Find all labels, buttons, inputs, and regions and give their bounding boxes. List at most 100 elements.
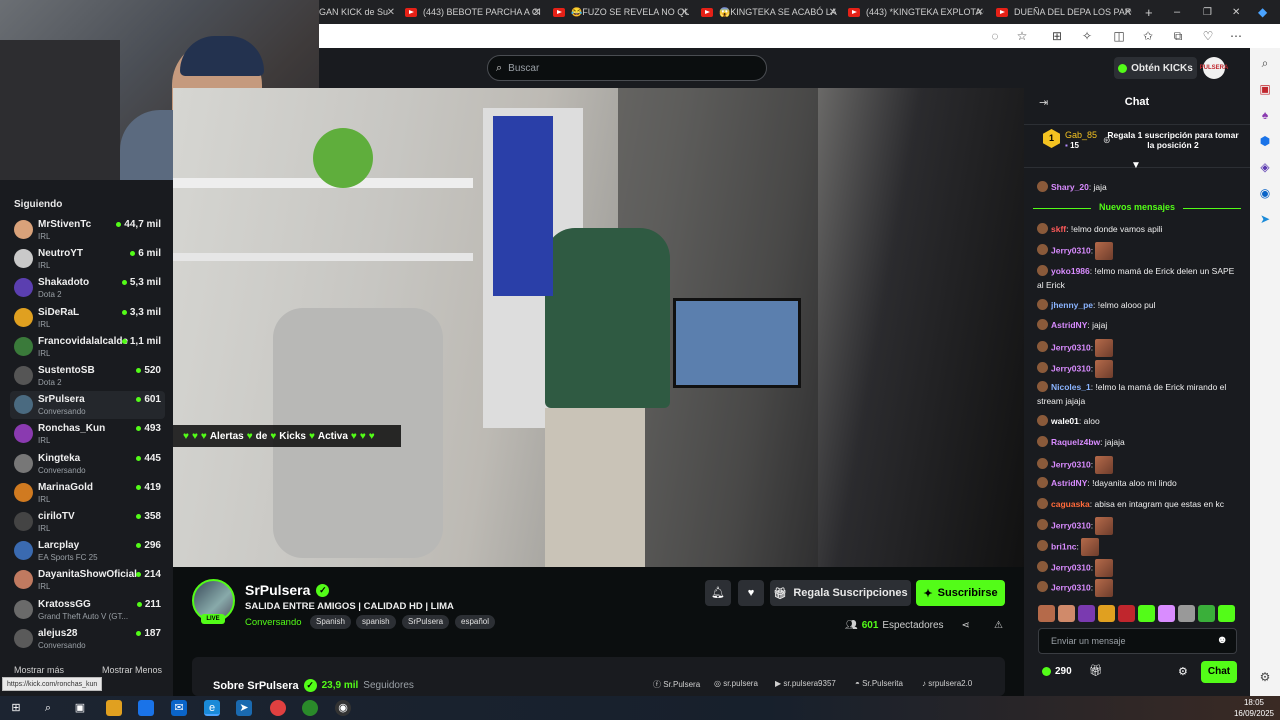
subscribe-button[interactable]: ✦ Suscribirse bbox=[916, 580, 1005, 606]
share-icon[interactable]: ⋖ bbox=[962, 620, 970, 631]
favorite-star-icon[interactable]: ☆ bbox=[1015, 29, 1029, 43]
get-kicks-button[interactable]: Obtén KICKs bbox=[1114, 57, 1197, 79]
close-icon[interactable]: ✕ bbox=[533, 7, 541, 18]
sidebar-item-larcplay[interactable]: Larcplay EA Sports FC 25 296 bbox=[10, 537, 165, 565]
copilot-icon[interactable]: ◆ bbox=[1258, 2, 1274, 22]
notification-bell-button[interactable]: 🔔︎ bbox=[705, 580, 731, 606]
chat-username[interactable]: wale01 bbox=[1051, 416, 1079, 426]
browser-tab[interactable]: GAN KICK de Su ✕ bbox=[319, 2, 395, 22]
restore-icon[interactable]: ❐ bbox=[1203, 2, 1215, 22]
browser-tab[interactable]: (443) *KINGTEKA EXPLOTA C ✕ bbox=[848, 2, 984, 22]
expand-pinned-icon[interactable]: ▼ bbox=[1131, 160, 1141, 171]
close-icon[interactable]: ✕ bbox=[976, 7, 984, 18]
emote-icon[interactable] bbox=[1038, 605, 1055, 622]
sidebar-item-ronchas_kun[interactable]: Ronchas_Kun IRL 493 bbox=[10, 420, 165, 448]
xbox-icon[interactable] bbox=[302, 700, 318, 716]
close-icon[interactable]: ✕ bbox=[387, 7, 395, 18]
chat-username[interactable]: Shary_20 bbox=[1051, 182, 1089, 192]
tools-icon[interactable]: ⬢ bbox=[1258, 134, 1272, 148]
minimize-icon[interactable]: – bbox=[1174, 2, 1186, 22]
emote-icon[interactable] bbox=[1218, 605, 1235, 622]
chat-username[interactable]: Jerry0310 bbox=[1051, 342, 1091, 352]
chat-username[interactable]: Jerry0310 bbox=[1051, 562, 1091, 572]
sidebar-item-mrstiventc[interactable]: MrStivenTc IRL 44,7 mil bbox=[10, 216, 165, 244]
video-player[interactable] bbox=[173, 88, 1024, 567]
browser-tab[interactable]: DUEÑA DEL DEPA LOS PARCI ✕ bbox=[996, 2, 1132, 22]
new-tab-button[interactable]: + bbox=[1145, 2, 1159, 22]
games-icon[interactable]: ♠ bbox=[1258, 108, 1272, 122]
emote-icon[interactable] bbox=[1098, 605, 1115, 622]
window-close-icon[interactable]: ✕ bbox=[1232, 2, 1244, 22]
system-clock[interactable]: 18:05 16/09/2025 bbox=[1232, 697, 1276, 719]
chat-username[interactable]: Jerry0310 bbox=[1051, 520, 1091, 530]
browser-essentials-icon[interactable]: ♡ bbox=[1201, 29, 1215, 43]
browser-tab[interactable]: 😱KINGTEKA SE ACABÓ LA A ✕ bbox=[701, 2, 837, 22]
chat-username[interactable]: Jerry0310 bbox=[1051, 245, 1091, 255]
stream-category[interactable]: Conversando bbox=[245, 617, 302, 628]
mail-icon[interactable]: ✉ bbox=[171, 700, 187, 716]
chat-settings-icon[interactable]: ⚙ bbox=[1178, 665, 1188, 678]
user-avatar[interactable]: PULSERA bbox=[1200, 57, 1228, 79]
sidebar-item-alejus28[interactable]: alejus28 Conversando 187 bbox=[10, 625, 165, 653]
task-view-icon[interactable]: ▣ bbox=[72, 700, 88, 716]
sidebar-item-marinagold[interactable]: MarinaGold IRL 419 bbox=[10, 479, 165, 507]
sidebar-item-sustentosb[interactable]: SustentoSB Dota 2 520 bbox=[10, 362, 165, 390]
chat-username[interactable]: AstridNY bbox=[1051, 478, 1087, 488]
chrome-icon[interactable] bbox=[270, 700, 286, 716]
sidebar-item-cirilotv[interactable]: ciriloTV IRL 358 bbox=[10, 508, 165, 536]
chat-username[interactable]: AstridNY bbox=[1051, 320, 1087, 330]
sidebar-item-kratossgg[interactable]: KratossGG Grand Theft Auto V (GT... 211 bbox=[10, 596, 165, 624]
reader-icon[interactable]: ◌ bbox=[988, 29, 1002, 43]
windows-start-icon[interactable]: ⊞ bbox=[8, 700, 24, 716]
chat-username[interactable]: caguaska bbox=[1051, 499, 1090, 509]
settings-icon[interactable]: ⚙ bbox=[1258, 670, 1272, 684]
follow-heart-button[interactable]: ♥ bbox=[738, 580, 764, 606]
search-input[interactable]: ⌕ Buscar bbox=[487, 55, 767, 81]
search-icon[interactable]: ⌕ bbox=[1258, 56, 1272, 70]
sidebar-item-srpulsera[interactable]: SrPulsera Conversando 601 bbox=[10, 391, 165, 420]
facebook-link[interactable]: ⓕ Sr.Pulsera bbox=[653, 679, 700, 690]
browser-tab[interactable]: 😂FUZO SE REVELA NO QUI ✕ bbox=[553, 2, 689, 22]
chat-username[interactable]: Raquelz4bw bbox=[1051, 437, 1100, 447]
emoji-picker-icon[interactable]: ☻ bbox=[1216, 634, 1228, 646]
emote-icon[interactable] bbox=[1158, 605, 1175, 622]
chat-username[interactable]: Jerry0310 bbox=[1051, 459, 1091, 469]
emote-icon[interactable] bbox=[1138, 605, 1155, 622]
stream-tag[interactable]: spanish bbox=[356, 615, 396, 629]
search-icon[interactable]: ⌕ bbox=[40, 700, 56, 716]
emote-icon[interactable] bbox=[1198, 605, 1215, 622]
edge-browser-icon[interactable]: e bbox=[204, 700, 220, 716]
send-chat-button[interactable]: Chat bbox=[1201, 661, 1237, 683]
browser-tab[interactable]: (443) BEBOTE PARCHA A CIRI ✕ bbox=[405, 2, 541, 22]
close-icon[interactable]: ✕ bbox=[681, 7, 689, 18]
chat-username[interactable]: Jerry0310 bbox=[1051, 363, 1091, 373]
m365-icon[interactable]: ◈ bbox=[1258, 160, 1272, 174]
more-menu-icon[interactable]: ⋯ bbox=[1229, 29, 1243, 43]
kicks-balance[interactable]: 290 bbox=[1042, 666, 1072, 677]
emote-icon[interactable] bbox=[1058, 605, 1075, 622]
emote-icon[interactable] bbox=[1118, 605, 1135, 622]
close-icon[interactable]: ✕ bbox=[829, 7, 837, 18]
emote-icon[interactable] bbox=[1078, 605, 1095, 622]
obs-icon[interactable]: ◉ bbox=[335, 700, 351, 716]
gifter-name[interactable]: Gab_85 bbox=[1065, 130, 1097, 140]
stream-tag[interactable]: español bbox=[455, 615, 496, 629]
telegram-icon[interactable]: ➤ bbox=[236, 700, 252, 716]
sidebar-item-neutroyt[interactable]: NeutroYT IRL 6 mil bbox=[10, 245, 165, 273]
report-icon[interactable]: ⚠ bbox=[994, 620, 1003, 631]
discord-link[interactable]: ◓ Sr.Pulserita bbox=[855, 679, 903, 688]
channel-name[interactable]: SrPulsera ✓ bbox=[245, 582, 330, 598]
instagram-link[interactable]: ◎ sr.pulsera bbox=[714, 679, 758, 688]
store-icon[interactable] bbox=[138, 700, 154, 716]
chat-username[interactable]: jhenny_pe bbox=[1051, 300, 1093, 310]
collections-icon[interactable]: ⧉ bbox=[1171, 29, 1185, 43]
puzzle-icon[interactable]: ✧ bbox=[1080, 29, 1094, 43]
sidebar-item-shakadoto[interactable]: Shakadoto Dota 2 5,3 mil bbox=[10, 274, 165, 302]
sidebar-item-dayanitashowoficial[interactable]: DayanitaShowOficial IRL 214 bbox=[10, 566, 165, 594]
tiktok-link[interactable]: ♪ srpulsera2.0 bbox=[922, 679, 972, 688]
file-explorer-icon[interactable] bbox=[106, 700, 122, 716]
favorites-icon[interactable]: ✩ bbox=[1141, 29, 1155, 43]
chat-username[interactable]: Jerry0310 bbox=[1051, 582, 1091, 592]
show-less-button[interactable]: Mostrar Menos bbox=[102, 665, 162, 675]
chat-username[interactable]: Nicoles_1 bbox=[1051, 382, 1091, 392]
